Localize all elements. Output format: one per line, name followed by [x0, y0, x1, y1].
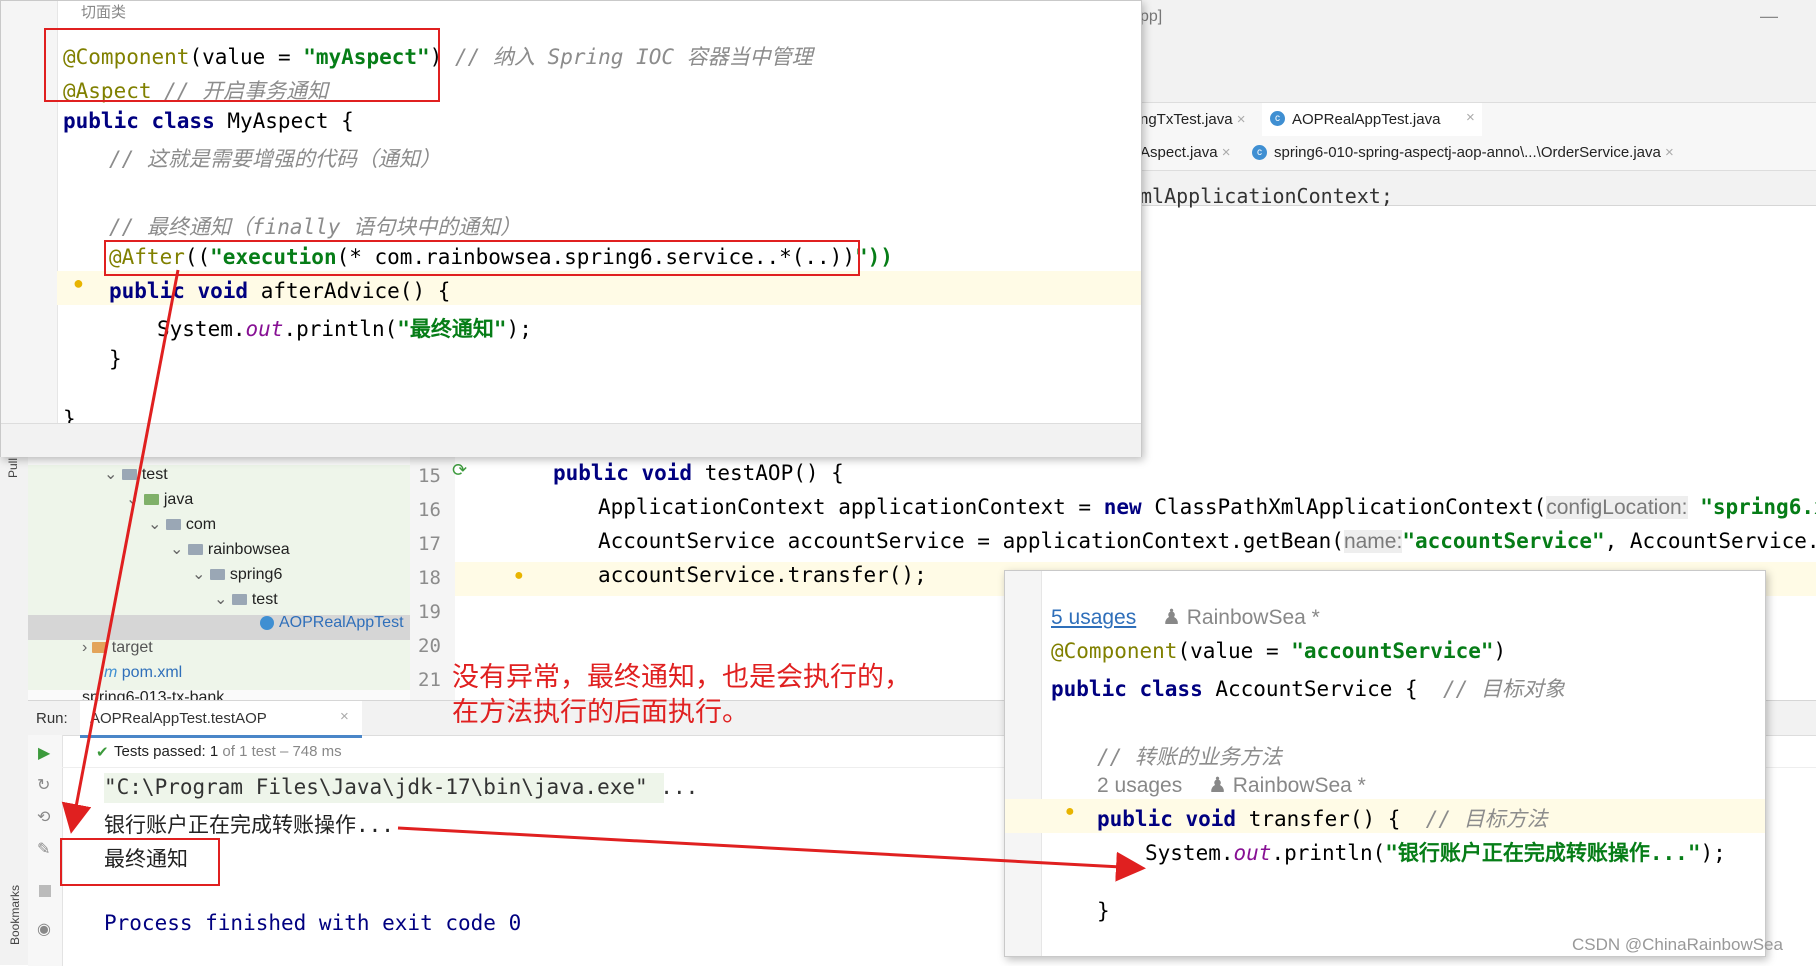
arrows-overlay	[61, 269, 1146, 882]
arrow-to-target-method	[397, 826, 1146, 882]
watermark: CSDN @ChinaRainbowSea	[1572, 935, 1783, 954]
arrow-to-output	[61, 269, 180, 834]
